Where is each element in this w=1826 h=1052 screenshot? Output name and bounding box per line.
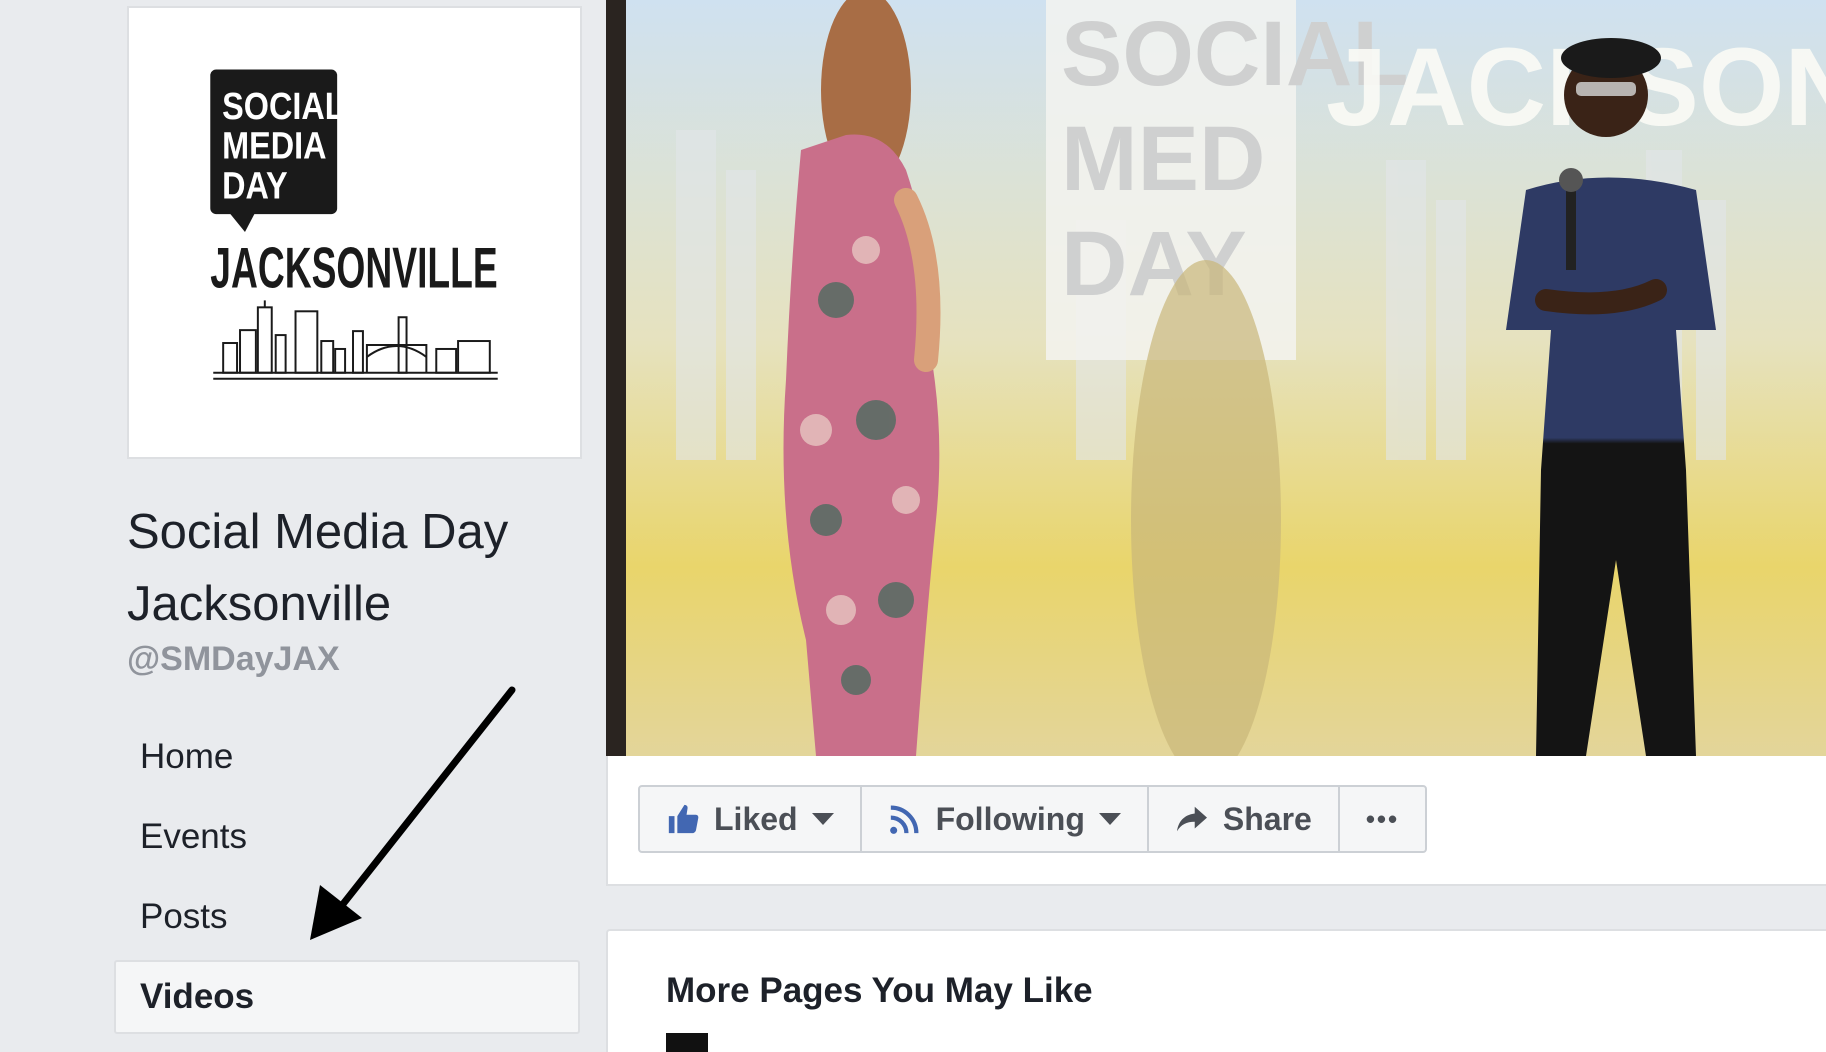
share-button[interactable]: Share <box>1149 787 1340 851</box>
cover-photo[interactable]: SOCIAL MED DAY JACKSONVILLE <box>606 0 1826 756</box>
suggested-page-thumbnail[interactable] <box>666 1033 708 1052</box>
cover-photo-image: SOCIAL MED DAY JACKSONVILLE <box>606 0 1826 756</box>
nav-item-videos[interactable]: Videos <box>114 960 580 1034</box>
liked-button[interactable]: Liked <box>640 787 862 851</box>
following-label: Following <box>935 800 1085 837</box>
thumbs-up-icon <box>666 802 700 836</box>
skyline-icon <box>213 300 498 380</box>
logo-line-1: SOCIAL <box>222 86 344 128</box>
liked-label: Liked <box>714 800 798 837</box>
more-options-button[interactable]: ••• <box>1340 787 1425 851</box>
chevron-down-icon <box>1098 813 1121 825</box>
page-actions-button-group: Liked Following Share ••• <box>638 785 1428 853</box>
logo-city: JACKSONVILLE <box>210 237 497 301</box>
page-logo: SOCIAL MEDIA DAY JACKSONVILLE <box>210 69 498 380</box>
more-dots-icon: ••• <box>1365 803 1400 834</box>
share-arrow-icon <box>1175 804 1209 834</box>
logo-line-2: MEDIA <box>222 125 326 167</box>
following-button[interactable]: Following <box>862 787 1149 851</box>
annotation-arrow-icon <box>310 686 516 940</box>
more-pages-card: More Pages You May Like <box>606 929 1826 1052</box>
backdrop-text-2: MED <box>1061 108 1265 210</box>
profile-picture[interactable]: SOCIAL MEDIA DAY JACKSONVILLE <box>127 6 582 459</box>
share-label: Share <box>1222 800 1312 837</box>
chevron-down-icon <box>811 813 834 825</box>
page-username[interactable]: @SMDayJAX <box>127 640 340 679</box>
rss-feed-icon <box>888 802 922 836</box>
logo-line-3: DAY <box>222 165 287 207</box>
page-title[interactable]: Social Media Day Jacksonville <box>127 496 587 640</box>
more-pages-title: More Pages You May Like <box>666 971 1093 1010</box>
left-sidebar: SOCIAL MEDIA DAY JACKSONVILLE Social Med… <box>0 0 606 1052</box>
page-actions-bar: Liked Following Share ••• <box>606 756 1826 886</box>
